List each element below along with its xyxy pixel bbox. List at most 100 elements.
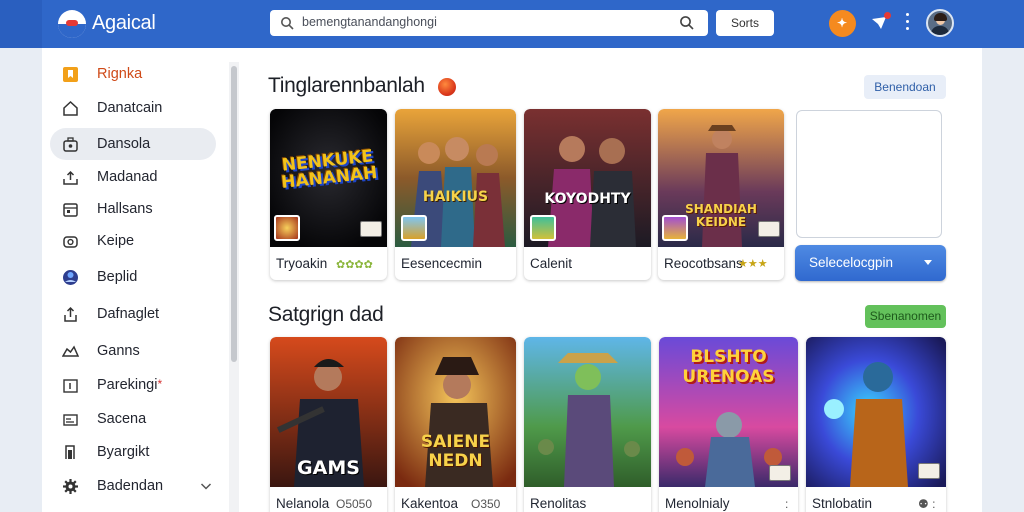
game-art: NENKUKE HANANAH (270, 109, 387, 247)
sidebar-item-label: Ganns (97, 343, 140, 359)
sort-button[interactable]: Sorts (716, 10, 774, 36)
game-card[interactable]: GAMS Nelanola O5050 (270, 337, 387, 512)
empty-game-slot[interactable] (796, 110, 942, 238)
game-art-title: BLSHTO URENOAS (682, 347, 775, 387)
sidebar-item-dafnaglet[interactable]: Dafnaglet (50, 298, 216, 330)
sidebar-scroll-thumb[interactable] (231, 66, 237, 362)
chevron-down-icon[interactable] (200, 480, 212, 492)
game-badge-icon (662, 215, 688, 241)
game-art-title: HAIKIUS (422, 189, 489, 205)
game-art-title: KOYODHTY (544, 191, 631, 207)
sidebar-item-ganns[interactable]: Ganns (50, 335, 216, 367)
select-dropdown-label: Selecelocgpin (809, 255, 894, 270)
sidebar-item-label: Danatcain (97, 100, 163, 116)
game-art: HAIKIUS (395, 109, 516, 247)
sidebar-item-label: Keipe (97, 233, 135, 249)
top-bar-edge (0, 0, 42, 48)
bookmark-icon (63, 67, 78, 82)
app-title: Agaical (92, 12, 156, 34)
game-card-title: Reocotbsans (664, 256, 743, 271)
game-card-title: Kakentoa (401, 496, 459, 511)
sidebar-item-hallsans[interactable]: Hallsans (50, 193, 216, 225)
sidebar-item-danatcain[interactable]: Danatcain (50, 92, 216, 124)
caret-down-icon (924, 260, 932, 265)
age-rating-icon (918, 463, 940, 479)
search-value: bemengtanandanghongi (302, 15, 437, 29)
sidebar-item-label: Madanad (97, 169, 158, 185)
see-more-button-green[interactable]: Sbenanomen (865, 305, 946, 328)
search-submit-icon[interactable] (679, 15, 694, 30)
game-card-rating: ✿✿✿✿ (336, 259, 373, 271)
sidebar-item-rignka[interactable]: Rignka (50, 58, 216, 90)
game-art: KOYODHTY (524, 109, 651, 247)
sidebar-item-beplid[interactable]: Beplid (50, 261, 216, 293)
game-card-title: Menolnialy (665, 496, 730, 511)
card-menu-icon[interactable]: ⚉ : (918, 497, 935, 511)
game-card-title: Renolitas (530, 496, 587, 511)
game-art: SHANDIAH KEIDNE (658, 109, 784, 247)
game-icon (62, 345, 79, 357)
more-options-icon[interactable] (905, 13, 911, 33)
calendar-icon (63, 203, 78, 217)
game-card[interactable]: SAIENE NEDN Kakentoa O350 (395, 337, 516, 512)
game-card-title: Stnlobatin (812, 496, 873, 511)
game-card[interactable]: BLSHTO URENOAS Menolnialy : (659, 337, 798, 512)
game-card[interactable]: Stnlobatin ⚉ : (806, 337, 946, 512)
game-art: GAMS (270, 337, 387, 487)
card-menu-icon[interactable]: : (785, 497, 788, 511)
sidebar-item-label: Byargikt (97, 444, 150, 460)
coins-button[interactable]: ✦ (829, 10, 856, 37)
sidebar-item-madanad[interactable]: Madanad (50, 161, 216, 193)
sidebar-item-parekingi[interactable]: Parekingi* (50, 369, 216, 401)
game-card-title: Tryoakin (276, 256, 328, 271)
sidebar-item-badendan[interactable]: Badendan (50, 470, 216, 502)
sidebar-item-keipe[interactable]: Keipe (50, 225, 216, 257)
game-art: SAIENE NEDN (395, 337, 516, 487)
app-logo-icon[interactable] (58, 10, 86, 38)
sidebar-item-label: Dafnaglet (97, 306, 160, 322)
sidebar-item-label: Badendan (97, 478, 164, 494)
age-rating-icon (769, 465, 791, 481)
sidebar-item-label: Hallsans (97, 201, 153, 217)
game-card[interactable]: HAIKIUS Eesencecmin (395, 109, 516, 280)
game-art (524, 337, 651, 487)
game-card[interactable]: Renolitas (524, 337, 651, 512)
search-icon (281, 17, 294, 30)
share-icon (64, 306, 77, 322)
sidebar-item-sacena[interactable]: Sacena (50, 403, 216, 435)
sidebar-item-byargikt[interactable]: Byargikt (50, 436, 216, 468)
door-icon (65, 445, 75, 459)
globe-icon (63, 270, 78, 285)
game-card-title: Nelanola (276, 496, 330, 511)
game-art-title: SAIENE NEDN (420, 432, 491, 471)
game-card-rating: ★★★ (738, 258, 768, 270)
game-art-title: GAMS (297, 457, 360, 479)
game-card[interactable]: NENKUKE HANANAH Tryoakin ✿✿✿✿ (270, 109, 387, 280)
avatar[interactable] (926, 9, 954, 37)
sidebar-item-label: Sacena (97, 411, 147, 427)
notification-badge (884, 12, 891, 19)
sidebar-item-label: Rignka (97, 66, 143, 82)
game-card-meta: O5050 (336, 497, 373, 511)
age-rating-icon (360, 221, 382, 237)
see-more-button[interactable]: Benendoan (864, 75, 946, 99)
select-dropdown-button[interactable]: Selecelocgpin (795, 245, 946, 281)
game-card-title: Eesencecmin (401, 256, 483, 271)
sidebar-item-label: Beplid (97, 269, 138, 285)
game-card[interactable]: SHANDIAH KEIDNE Reocotbsans ★★★ (658, 109, 784, 280)
section-title-trending: Tinglarennbanlah (268, 74, 425, 97)
age-rating-icon (758, 221, 780, 237)
game-card-meta: O350 (471, 497, 501, 511)
search-input[interactable]: bemengtanandanghongi (270, 10, 708, 36)
game-card[interactable]: KOYODHTY Calenit (524, 109, 651, 280)
game-badge-icon (530, 215, 556, 241)
section-title-second: Satgrign dad (268, 303, 384, 326)
game-art: BLSHTO URENOAS (659, 337, 798, 487)
game-badge-icon (401, 215, 427, 241)
gear-icon (63, 479, 78, 494)
game-art (806, 337, 946, 487)
sidebar-item-label: Parekingi* (97, 377, 163, 393)
fire-icon (438, 78, 456, 96)
game-card-title: Calenit (530, 256, 573, 271)
sidebar-item-dansola[interactable]: Dansola (50, 128, 216, 160)
